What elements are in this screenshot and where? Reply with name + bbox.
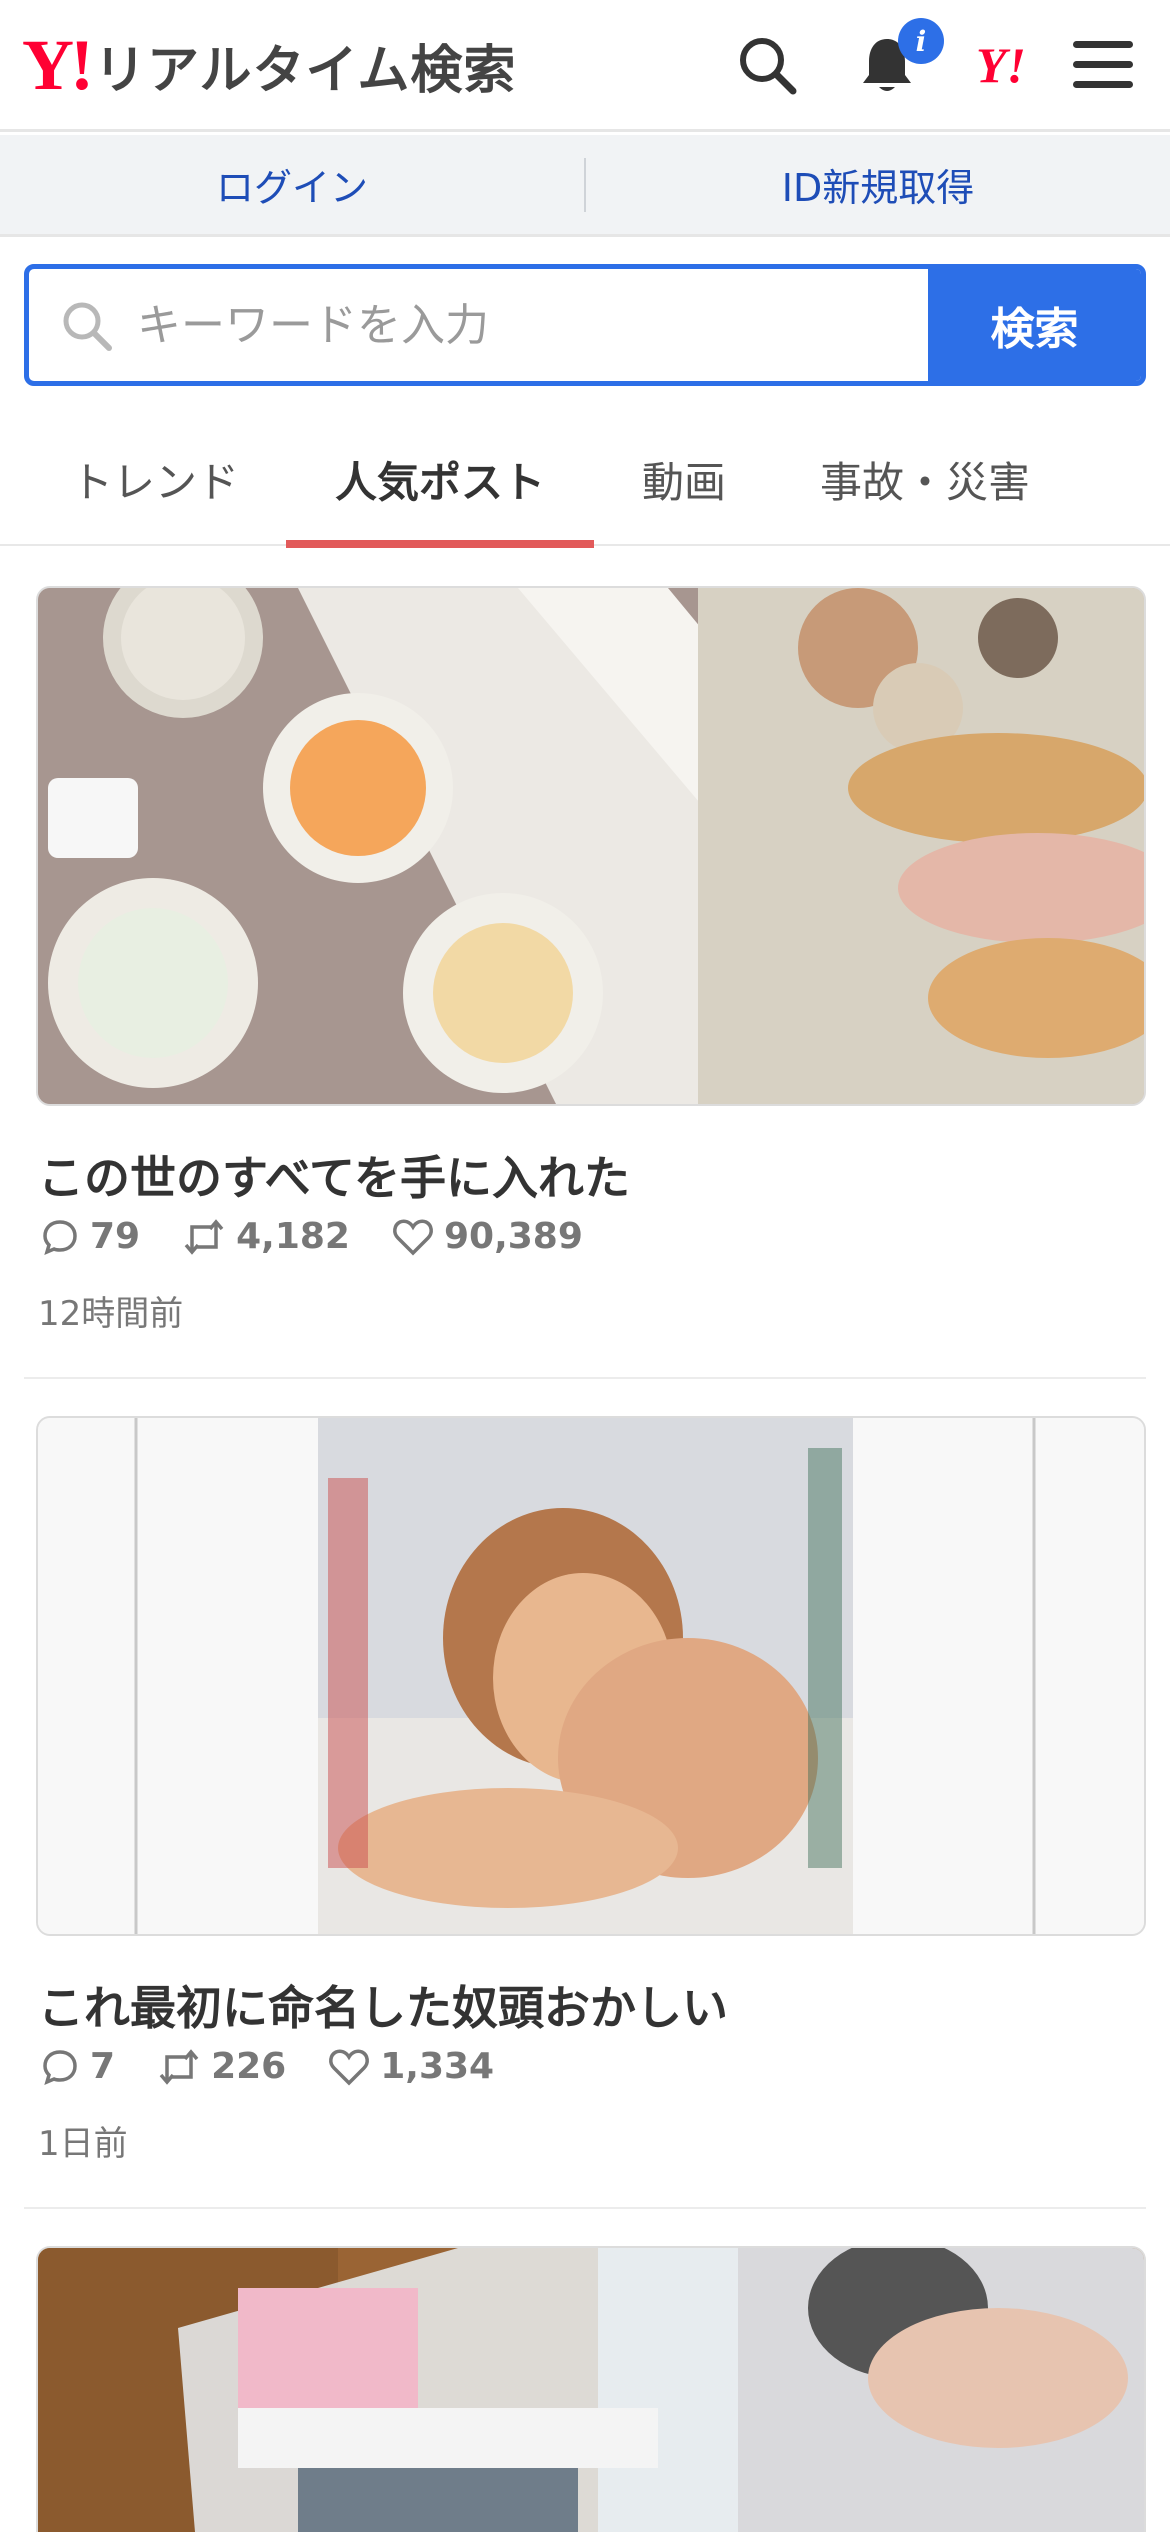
- repost-count: 4,182: [236, 1216, 350, 1257]
- post-divider: [24, 2207, 1146, 2209]
- post-title[interactable]: この世のすべてを手に入れた: [38, 1142, 630, 1208]
- search-form: 検索: [24, 264, 1146, 386]
- yahoo-top-link[interactable]: Y!: [966, 30, 1036, 100]
- app-header: Y! リアルタイム検索 i Y!: [0, 0, 1170, 132]
- tab-popular-posts[interactable]: 人気ポスト: [286, 412, 594, 548]
- post-photo: [38, 2248, 1144, 2532]
- repost-icon: [184, 1218, 224, 1255]
- post-title[interactable]: これ最初に命名した奴頭おかしい: [38, 1972, 728, 2038]
- post-divider: [24, 1377, 1146, 1379]
- post-image[interactable]: [36, 1416, 1146, 1936]
- search-field[interactable]: [29, 269, 928, 381]
- repost-count: 226: [211, 2046, 287, 2087]
- reply-count: 7: [90, 2046, 116, 2087]
- yahoo-realtime-logo[interactable]: Y! リアルタイム検索: [22, 25, 517, 105]
- post-image[interactable]: [36, 586, 1146, 1106]
- post-time: 1日前: [38, 2124, 128, 2164]
- search-button[interactable]: [732, 30, 802, 100]
- repost-icon: [159, 2048, 199, 2085]
- like-count: 1,334: [380, 2046, 495, 2087]
- like-stat[interactable]: 1,334: [328, 2046, 494, 2087]
- repost-stat[interactable]: 4,182: [182, 1216, 350, 1257]
- category-tabs: トレンド 人気ポスト 動画 事故・災害: [0, 412, 1170, 548]
- reply-stat[interactable]: 7: [40, 2046, 115, 2087]
- search-icon: [740, 38, 797, 95]
- notification-button[interactable]: i: [852, 18, 944, 100]
- search-input[interactable]: [137, 299, 837, 351]
- post-photo: [38, 1418, 1144, 1934]
- post-card[interactable]: [24, 2246, 1146, 2532]
- logo-mark: Y!: [22, 25, 94, 105]
- reply-stat[interactable]: 79: [40, 1216, 140, 1257]
- heart-icon: [329, 2048, 370, 2085]
- register-link[interactable]: ID新規取得: [586, 135, 1170, 234]
- tab-accident-disaster[interactable]: 事故・災害: [790, 412, 1060, 546]
- notification-badge: i: [898, 18, 944, 64]
- hamburger-menu-icon: [1073, 41, 1133, 88]
- reply-count: 79: [90, 1216, 141, 1257]
- like-count: 90,389: [443, 1216, 583, 1257]
- tab-trend[interactable]: トレンド: [40, 412, 270, 546]
- post-stats: 7 226 1,334: [40, 2046, 536, 2087]
- reply-icon: [43, 2049, 77, 2085]
- search-submit-button[interactable]: 検索: [928, 269, 1141, 381]
- post-photo: [38, 588, 1144, 1104]
- post-card[interactable]: この世のすべてを手に入れた 79 4,182 90,389 12時間前: [24, 586, 1146, 1346]
- active-tab-indicator: [286, 540, 594, 548]
- login-bar: ログイン ID新規取得: [0, 135, 1170, 237]
- logo-text: リアルタイム検索: [93, 40, 517, 101]
- repost-stat[interactable]: 226: [157, 2046, 286, 2087]
- post-time: 12時間前: [38, 1294, 184, 1334]
- tab-label: 人気ポスト: [334, 457, 545, 507]
- reply-icon: [43, 1219, 77, 1255]
- post-stats: 79 4,182 90,389: [40, 1216, 625, 1257]
- heart-icon: [393, 1218, 433, 1255]
- post-image[interactable]: [36, 2246, 1146, 2532]
- post-card[interactable]: これ最初に命名した奴頭おかしい 7 226 1,334 1日前: [24, 1416, 1146, 2176]
- search-icon: [63, 302, 112, 351]
- menu-button[interactable]: [1068, 30, 1138, 100]
- tab-video[interactable]: 動画: [604, 412, 764, 546]
- login-link[interactable]: ログイン: [0, 135, 584, 234]
- yahoo-logo-icon: Y!: [976, 37, 1026, 93]
- like-stat[interactable]: 90,389: [392, 1216, 583, 1257]
